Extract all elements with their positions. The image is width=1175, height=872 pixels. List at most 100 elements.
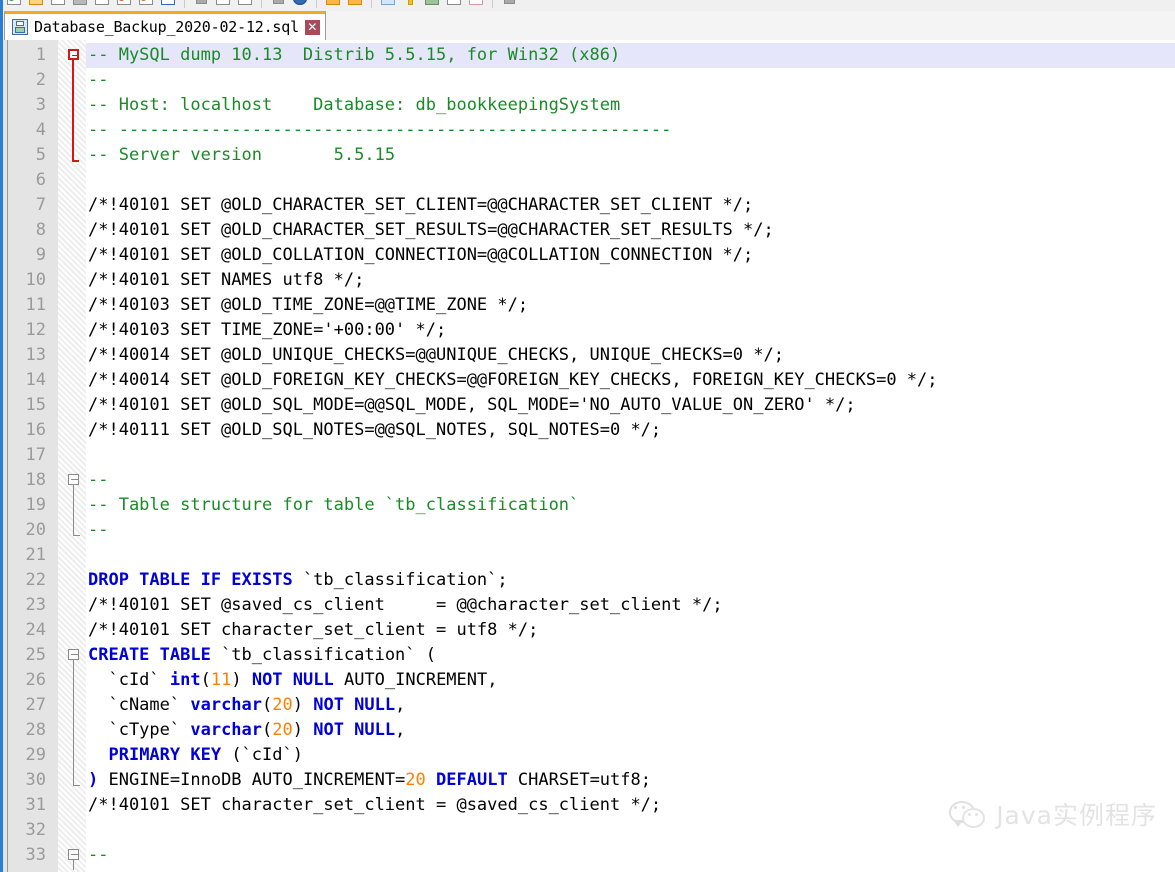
fold-toggle-line-1[interactable] bbox=[68, 49, 79, 60]
code-line[interactable]: /*!40101 SET @saved_cs_client = @@charac… bbox=[88, 593, 723, 618]
code-token: CHARSET=utf8; bbox=[507, 770, 651, 790]
code-line[interactable]: /*!40103 SET @OLD_TIME_ZONE=@@TIME_ZONE … bbox=[88, 293, 528, 318]
save-all-icon[interactable] bbox=[70, 0, 90, 9]
fold-toggle-line-33[interactable] bbox=[68, 849, 79, 860]
toolbar-separator bbox=[316, 0, 317, 8]
code-line[interactable]: -- bbox=[88, 518, 108, 543]
sync-scroll-icon[interactable] bbox=[422, 0, 442, 9]
code-token: ) bbox=[231, 670, 252, 690]
code-line[interactable]: /*!40014 SET @OLD_FOREIGN_KEY_CHECKS=@@F… bbox=[88, 368, 938, 393]
close-all-icon[interactable] bbox=[114, 0, 134, 9]
code-line[interactable]: -- Table structure for table `tb_classif… bbox=[88, 493, 579, 518]
toolbar-separator bbox=[371, 0, 372, 8]
code-token: NOT NULL bbox=[251, 670, 334, 690]
word-wrap-icon[interactable] bbox=[444, 0, 464, 9]
cut-icon-glyph bbox=[195, 0, 207, 4]
sync-scroll-icon-glyph bbox=[425, 0, 439, 5]
find-icon-glyph bbox=[326, 0, 340, 5]
code-token: /*!40101 SET @OLD_COLLATION_CONNECTION=@… bbox=[88, 245, 754, 265]
open-folder-icon[interactable] bbox=[26, 0, 46, 9]
code-line[interactable]: /*!40101 SET @OLD_COLLATION_CONNECTION=@… bbox=[88, 243, 753, 268]
code-token: /*!40101 SET NAMES utf8 */; bbox=[88, 270, 365, 290]
code-token: ( bbox=[262, 720, 273, 740]
code-token: -- Server version 5.5.15 bbox=[88, 145, 396, 165]
code-line[interactable]: /*!40103 SET TIME_ZONE='+00:00' */; bbox=[88, 318, 446, 343]
fold-range-line bbox=[72, 60, 74, 160]
code-token: -- bbox=[88, 845, 109, 865]
save-icon[interactable] bbox=[48, 0, 68, 9]
code-token: AUTO_INCREMENT, bbox=[333, 670, 498, 690]
code-line[interactable]: /*!40111 SET @OLD_SQL_NOTES=@@SQL_NOTES,… bbox=[88, 418, 661, 443]
undo-icon[interactable] bbox=[268, 0, 288, 9]
code-line[interactable]: -- Server version 5.5.15 bbox=[88, 143, 395, 168]
print-icon-glyph bbox=[139, 0, 153, 5]
code-token: ( bbox=[200, 670, 211, 690]
code-token: /*!40101 SET @OLD_SQL_MODE=@@SQL_MODE, S… bbox=[88, 395, 856, 415]
new-file-icon[interactable] bbox=[4, 0, 24, 9]
zoom-out-icon[interactable] bbox=[400, 0, 420, 9]
show-symbol-icon[interactable] bbox=[466, 0, 486, 9]
macro-record-icon[interactable] bbox=[499, 0, 519, 9]
code-token: /*!40101 SET @OLD_CHARACTER_SET_RESULTS=… bbox=[88, 220, 774, 240]
code-token: -- bbox=[88, 520, 109, 540]
code-line[interactable]: -- bbox=[88, 68, 108, 93]
code-line[interactable]: CREATE TABLE `tb_classification` ( bbox=[88, 643, 436, 668]
code-line[interactable]: ) ENGINE=InnoDB AUTO_INCREMENT=20 DEFAUL… bbox=[88, 768, 651, 793]
code-token: varchar bbox=[190, 720, 263, 740]
toolbar-separator bbox=[492, 0, 493, 8]
code-line[interactable]: `cId` int(11) NOT NULL AUTO_INCREMENT, bbox=[88, 668, 497, 693]
editor-left-border bbox=[7, 40, 8, 872]
code-line[interactable]: -- bbox=[88, 468, 108, 493]
code-line[interactable]: /*!40101 SET character_set_client = utf8… bbox=[88, 618, 538, 643]
code-token: CREATE TABLE bbox=[88, 645, 211, 665]
code-line[interactable]: /*!40101 SET character_set_client = @sav… bbox=[88, 793, 661, 818]
code-editor[interactable]: 1 -- MySQL dump 10.13 Distrib 5.5.15, for… bbox=[0, 40, 1175, 872]
code-line[interactable]: `cType` varchar(20) NOT NULL, bbox=[88, 718, 405, 743]
code-line[interactable]: /*!40101 SET @OLD_CHARACTER_SET_RESULTS=… bbox=[88, 218, 774, 243]
code-line[interactable]: /*!40101 SET @OLD_SQL_MODE=@@SQL_MODE, S… bbox=[88, 393, 856, 418]
copy-icon[interactable] bbox=[213, 0, 233, 9]
cut-icon[interactable] bbox=[191, 0, 211, 9]
code-token: -- -------------------------------------… bbox=[88, 120, 672, 140]
paste-icon-glyph bbox=[238, 0, 252, 5]
close-file-icon-glyph bbox=[95, 0, 109, 5]
code-token: ) bbox=[292, 720, 314, 740]
paste-icon[interactable] bbox=[235, 0, 255, 9]
code-line[interactable]: `cName` varchar(20) NOT NULL, bbox=[88, 693, 405, 718]
close-icon[interactable]: ✕ bbox=[304, 19, 320, 35]
code-token: /*!40014 SET @OLD_FOREIGN_KEY_CHECKS=@@F… bbox=[88, 370, 938, 390]
undo-icon-glyph bbox=[272, 0, 284, 4]
fold-toggle-line-18[interactable] bbox=[68, 474, 79, 485]
code-line[interactable]: /*!40101 SET NAMES utf8 */; bbox=[88, 268, 364, 293]
code-token: `tb_classification`; bbox=[292, 570, 508, 590]
toolbar-separator bbox=[184, 0, 185, 8]
code-token: -- MySQL dump 10.13 Distrib 5.5.15, for … bbox=[88, 45, 621, 65]
close-file-icon[interactable] bbox=[92, 0, 112, 9]
code-token: DEFAULT bbox=[436, 770, 508, 790]
zoom-in-icon-glyph bbox=[381, 0, 395, 5]
zoom-in-icon[interactable] bbox=[378, 0, 398, 9]
find-icon[interactable] bbox=[323, 0, 343, 9]
code-token: `cName` bbox=[88, 695, 191, 715]
replace-icon[interactable] bbox=[345, 0, 365, 9]
close-all-icon-glyph bbox=[117, 0, 131, 5]
code-token: 20 bbox=[272, 695, 293, 715]
fold-range-end bbox=[73, 785, 80, 786]
redo-icon[interactable] bbox=[290, 0, 310, 9]
code-token: , bbox=[395, 720, 406, 740]
print-icon[interactable] bbox=[136, 0, 156, 9]
code-line[interactable]: /*!40101 SET @OLD_CHARACTER_SET_CLIENT=@… bbox=[88, 193, 753, 218]
code-line[interactable]: -- -------------------------------------… bbox=[88, 118, 671, 143]
code-line[interactable]: /*!40014 SET @OLD_UNIQUE_CHECKS=@@UNIQUE… bbox=[88, 343, 784, 368]
fold-toggle-line-25[interactable] bbox=[68, 649, 79, 660]
code-line[interactable]: PRIMARY KEY (`cId`) bbox=[88, 743, 302, 768]
tab-database-backup-sql[interactable]: Database_Backup_2020-02-12.sql ✕ bbox=[4, 11, 326, 40]
macro-record-icon-glyph bbox=[503, 0, 515, 4]
code-token: 20 bbox=[405, 770, 426, 790]
print-now-icon[interactable] bbox=[158, 0, 178, 9]
code-line[interactable]: -- Host: localhost Database: db_bookkeep… bbox=[88, 93, 620, 118]
code-line[interactable]: -- MySQL dump 10.13 Distrib 5.5.15, for … bbox=[88, 43, 620, 68]
code-folding-column[interactable] bbox=[58, 40, 86, 872]
code-line[interactable]: DROP TABLE IF EXISTS `tb_classification`… bbox=[88, 568, 508, 593]
code-line[interactable]: -- bbox=[88, 843, 108, 868]
